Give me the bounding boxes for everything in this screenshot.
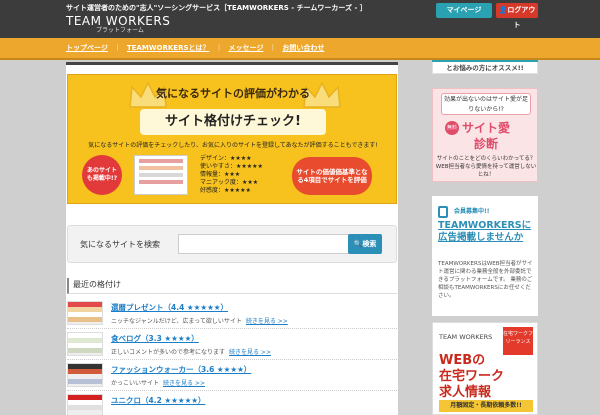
banner-description: サイトのことをどのくらいわかってる？ WEB担当者なら愛情を持って運営しないとね… [435,156,537,178]
job-banner-logo: TEAM WORKERS [439,333,493,341]
job-banner-tag: 在宅ワークフリーランス [503,327,533,355]
item-description: かっこいいサイト 続きを見る >> [111,378,205,387]
mypage-button[interactable]: マイページ [436,3,492,18]
site-search-box: 気になるサイトを検索 🔍検索 [67,225,397,263]
search-label: 気になるサイトを検索 [80,240,160,249]
recent-ratings-heading: 最近の格付け [67,278,397,294]
job-footer: 月額固定・長期依頼多数!! [439,400,533,412]
item-title[interactable]: ファッションウォーカー（3.6 ★★★★） [111,364,251,375]
nav-separator: ｜ [113,44,121,52]
banner-badge: あのサイトも掲載中!? [82,155,122,195]
rating-favor: 好感度：★★★★★ [200,187,251,194]
site-thumbnail[interactable] [67,363,103,387]
list-item: 食べログ（3.3 ★★★★） 正しいコメントが多いので参考になります 続きを見る … [67,329,397,360]
banner-title-1: 気になるサイトの評価がわかる [156,87,310,100]
advertise-description: TEAMWORKERSはWEB担当者がサイト運営に関わる業務全般を外部委託できる… [438,261,533,299]
banner-bubble: サイトの価値価基準となる4項目でサイトを評価 [292,157,372,195]
banner-site-thumbnail [134,155,188,195]
header: サイト運営者のための"志人"ソーシングサービス［TEAMWORKERS - チー… [0,0,600,38]
site-thumbnail[interactable] [67,394,103,415]
rating-info: 情報量：★★★ [200,171,241,178]
banner-description: 気になるサイトの評価をチェックしたり、お気に入りのサイトを登録してあなたが評価す… [88,142,378,149]
item-title[interactable]: 還暦プレゼント（4.4 ★★★★★） [111,302,228,313]
list-item: ユニクロ（4.2 ★★★★★） [67,391,397,415]
sidebar-top-accent [432,60,538,62]
item-title[interactable]: 食べログ（3.3 ★★★★） [111,333,199,344]
nav-item-message[interactable]: メッセージ [223,43,270,53]
banner-title-1: サイト愛 [461,121,510,135]
job-listing-banner[interactable]: TEAM WORKERS 在宅ワークフリーランス WEBの 在宅ワーク 求人情報… [432,322,538,415]
search-button[interactable]: 🔍検索 [348,234,382,254]
main-nav: トップページ ｜ TEAMWORKERSとは？ ｜ メッセージ ｜ お問い合わせ [66,38,330,58]
nav-separator: ｜ [269,44,277,52]
nav-bar: トップページ ｜ TEAMWORKERSとは？ ｜ メッセージ ｜ お問い合わせ [0,38,600,60]
item-description: 正しいコメントが多いので参考になります 続きを見る >> [111,347,271,356]
rating-check-banner[interactable]: 気になるサイトの評価がわかる サイト格付けチェック! 気になるサイトの評価をチェ… [67,74,397,204]
read-more-link[interactable]: 続きを見る >> [229,349,271,356]
site-love-diagnosis-banner[interactable]: 効果が出ないのはサイト愛が足りないから!? 無料 サイト愛 診断 サイトのことを… [432,88,538,182]
nav-separator: ｜ [215,44,223,52]
search-button-label: 検索 [362,240,377,248]
item-title[interactable]: ユニクロ（4.2 ★★★★★） [111,395,206,406]
site-tagline: サイト運営者のための"志人"ソーシングサービス［TEAMWORKERS - チー… [66,4,367,12]
read-more-link[interactable]: 続きを見る >> [163,380,205,387]
nav-item-contact[interactable]: お問い合わせ [276,43,330,53]
list-item: 還暦プレゼント（4.4 ★★★★★） ニッチなジャンルだけど、広まって欲しいサイ… [67,298,397,329]
read-more-link[interactable]: 続きを見る >> [246,318,288,325]
main-top-border [66,62,398,65]
item-desc-text: ニッチなジャンルだけど、広まって欲しいサイト [111,318,242,325]
search-input[interactable] [178,234,354,254]
device-icon [438,206,448,218]
banner-title-2: 診断 [473,137,498,151]
rating-mania: マニアック度：★★★ [200,179,259,186]
rating-design: デザイン：★★★★ [200,155,252,162]
item-description: ニッチなジャンルだけど、広まって欲しいサイト 続きを見る >> [111,316,288,325]
item-desc-text: かっこいいサイト [111,380,160,387]
rating-usability: 使いやすさ：★★★★★ [200,163,263,170]
advertise-box: 会員募集中!! TEAMWORKERSに広告掲載しませんか TEAMWORKER… [432,196,538,316]
banner-title-2: サイト格付けチェック! [140,109,326,135]
advertise-label: 会員募集中!! [454,208,490,215]
nav-item-about[interactable]: TEAMWORKERSとは？ [121,43,216,53]
sidebar-top-note: とお悩みの方にオススメ!! [432,60,538,74]
job-banner-content: TEAM WORKERS 在宅ワークフリーランス WEBの 在宅ワーク 求人情報… [439,327,533,413]
nav-item-top[interactable]: トップページ [66,43,114,53]
recent-ratings-list: 還暦プレゼント（4.4 ★★★★★） ニッチなジャンルだけど、広まって欲しいサイ… [67,298,397,415]
list-item: ファッションウォーカー（3.6 ★★★★） かっこいいサイト 続きを見る >> [67,360,397,391]
logo-sub-text: プラットフォーム [96,27,144,34]
banner-ratings: デザイン：★★★★ 使いやすさ：★★★★★ 情報量：★★★ マニアック度：★★★… [200,155,263,195]
site-thumbnail[interactable] [67,301,103,325]
site-logo[interactable]: TEAM WORKERS プラットフォーム [66,15,170,35]
item-desc-text: 正しいコメントが多いので参考になります [111,349,226,356]
logout-label: ログアウト [507,6,536,29]
logout-button[interactable]: 👤ログアウト [496,3,538,29]
advertise-link[interactable]: TEAMWORKERSに広告掲載しませんか [438,220,536,244]
job-headline-3: 求人情報 [439,385,492,400]
banner-question: 効果が出ないのはサイト愛が足りないから!? [441,93,531,115]
logo-main-text: TEAM WORKERS [66,14,171,28]
site-thumbnail[interactable] [67,332,103,356]
